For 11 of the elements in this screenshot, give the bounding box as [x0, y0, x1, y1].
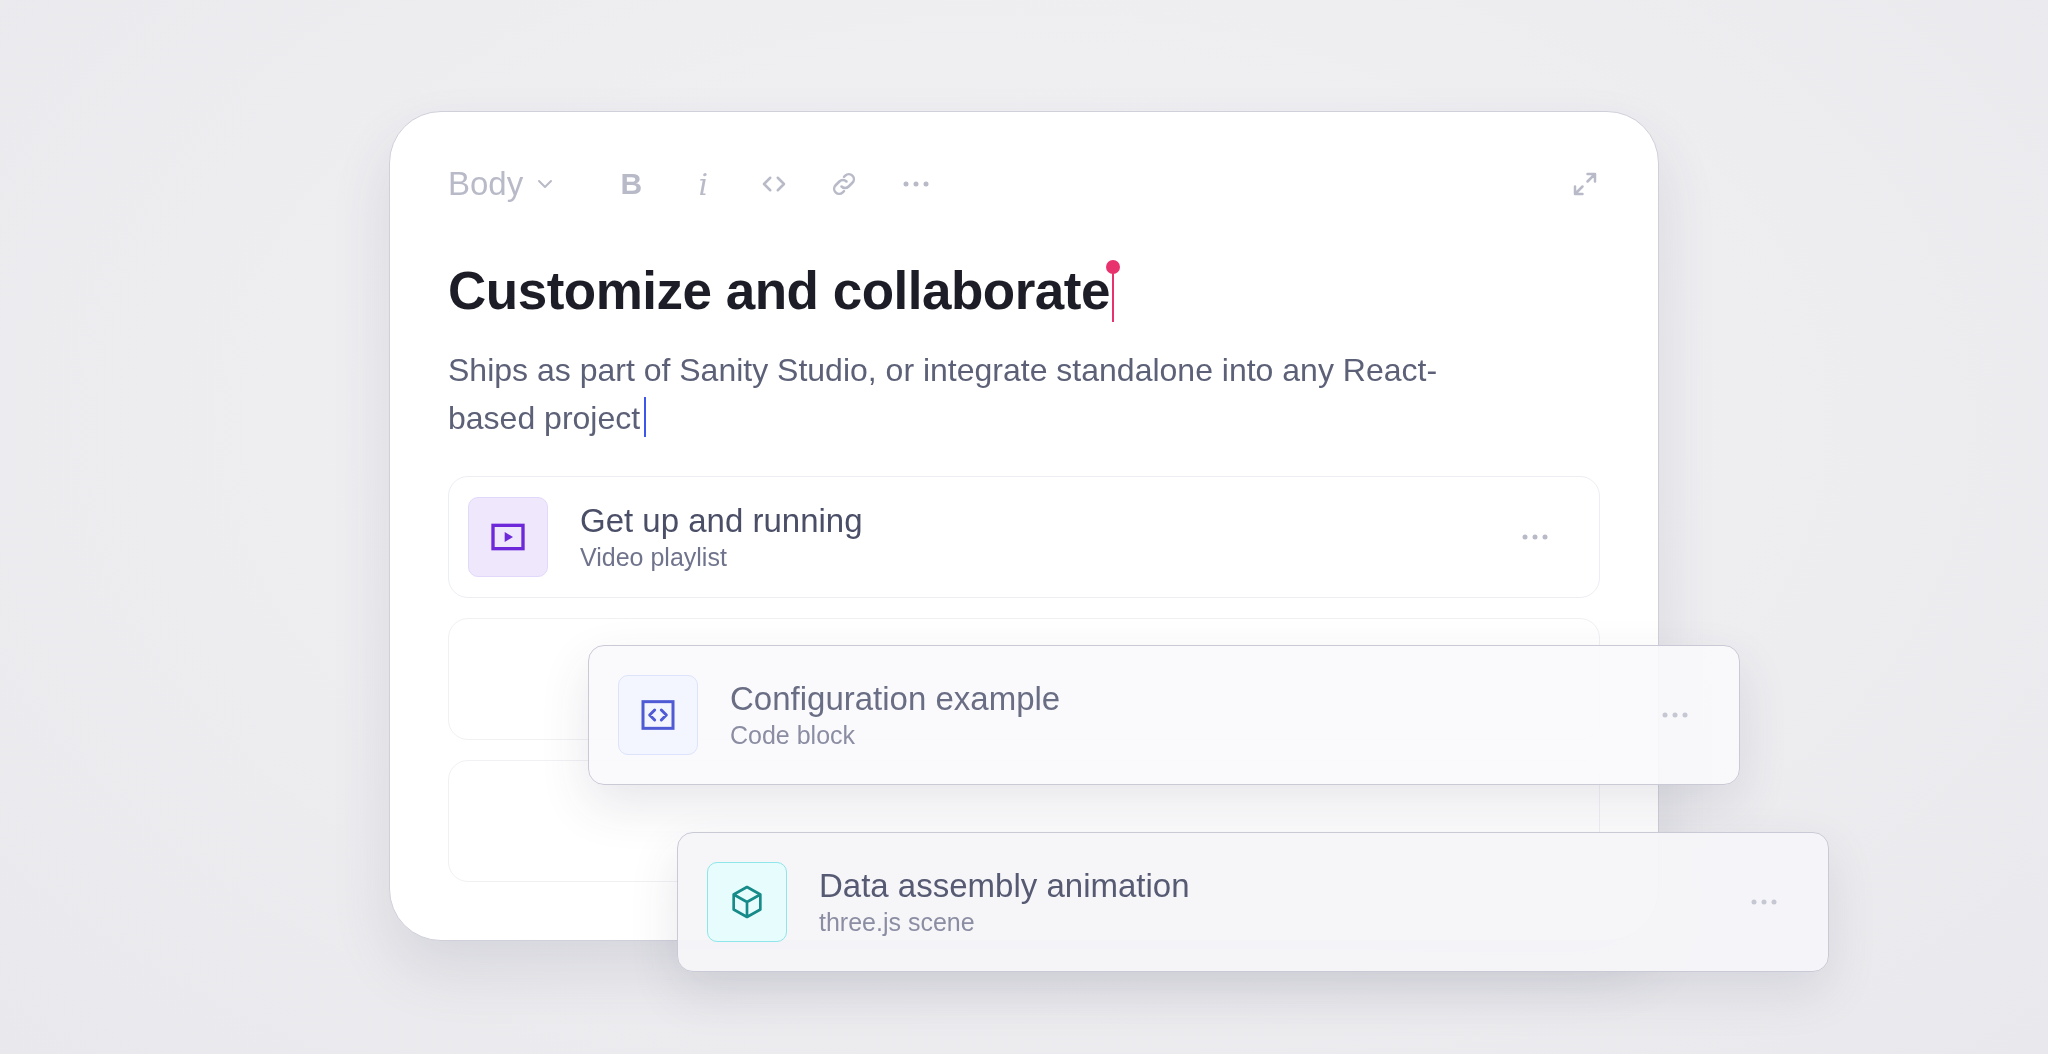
- block-title: Data assembly animation: [819, 867, 1191, 905]
- scene-block[interactable]: Data assembly animation three.js scene: [677, 832, 1829, 972]
- block-subtitle: Video playlist: [580, 542, 728, 572]
- block-subtitle: Code block: [730, 720, 857, 750]
- body-text: Ships as part of Sanity Studio, or integrate standalone into any React-based project: [448, 352, 1438, 436]
- video-block[interactable]: Get up and running Video playlist: [448, 476, 1600, 598]
- block-title: Configuration example: [730, 680, 1062, 718]
- block-title: Get up and running: [580, 502, 864, 540]
- code-block[interactable]: Configuration example Code block: [588, 645, 1740, 785]
- block-subtitle: three.js scene: [819, 907, 976, 937]
- heading-text: Customize and collaborate: [448, 260, 1110, 322]
